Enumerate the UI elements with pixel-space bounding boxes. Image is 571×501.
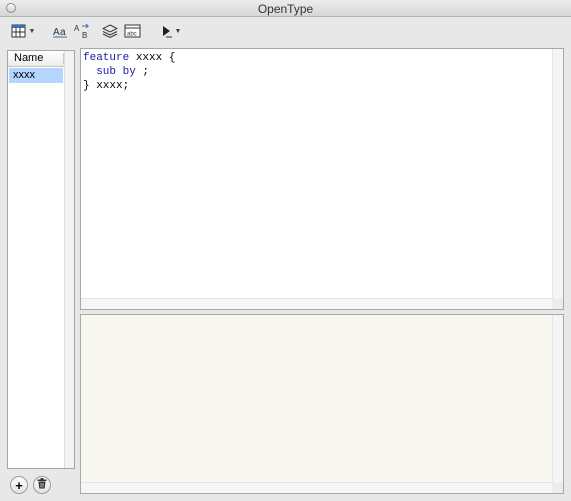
- preview-text-button[interactable]: abc: [124, 22, 142, 40]
- code-text-segment: [116, 66, 123, 78]
- code-text[interactable]: feature xxxx { sub by ; } xxxx;: [83, 51, 175, 93]
- code-text-segment: ;: [135, 66, 150, 78]
- dropdown-arrow-icon: ▼: [174, 27, 182, 35]
- dropdown-arrow-icon: ▼: [28, 27, 36, 35]
- font-spacing-icon: A a: [52, 23, 68, 39]
- code-text-segment: } xxxx;: [83, 80, 130, 92]
- name-column-header[interactable]: Name: [8, 51, 64, 67]
- editor-vertical-scrollbar[interactable]: [552, 49, 563, 298]
- substitution-button[interactable]: A B: [74, 22, 90, 40]
- svg-text:B: B: [82, 31, 87, 39]
- svg-text:abc: abc: [127, 32, 137, 38]
- svg-text:a: a: [60, 27, 66, 38]
- glyph-table-menu-button[interactable]: ▼: [8, 22, 38, 40]
- window-title: OpenType: [257, 2, 314, 16]
- play-icon: [161, 23, 173, 39]
- title-bar: OpenType: [0, 0, 571, 17]
- glyph-table-icon: [11, 23, 27, 39]
- preview-horizontal-scrollbar[interactable]: [81, 482, 552, 493]
- scroll-corner: [552, 298, 563, 309]
- toolbar: ▼ A a A B abc ▼: [0, 17, 571, 46]
- scroll-corner: [552, 482, 563, 493]
- layers-icon: [102, 23, 118, 39]
- substitution-icon: A B: [74, 23, 90, 39]
- code-text-segment: xxxx {: [129, 52, 176, 64]
- run-menu-button[interactable]: ▼: [157, 22, 185, 40]
- list-scrollbar[interactable]: [64, 51, 74, 468]
- plus-icon: +: [15, 477, 23, 493]
- feature-list: Name xxxx: [7, 50, 75, 469]
- svg-text:A: A: [74, 24, 80, 33]
- code-keyword: feature: [83, 52, 130, 64]
- feature-list-item[interactable]: xxxx: [9, 68, 63, 83]
- editor-horizontal-scrollbar[interactable]: [81, 298, 552, 309]
- feature-code-editor[interactable]: feature xxxx { sub by ; } xxxx;: [80, 48, 564, 310]
- delete-feature-button[interactable]: [33, 476, 51, 494]
- preview-vertical-scrollbar[interactable]: [552, 315, 563, 482]
- font-spacing-button[interactable]: A a: [52, 22, 68, 40]
- code-keyword: sub: [96, 66, 117, 78]
- add-feature-button[interactable]: +: [10, 476, 28, 494]
- abc-text-icon: abc: [124, 23, 142, 39]
- trash-icon: [37, 478, 47, 492]
- code-keyword: by: [122, 66, 136, 78]
- layers-button[interactable]: [102, 22, 118, 40]
- svg-text:A: A: [53, 27, 60, 38]
- glyph-preview-panel[interactable]: [80, 314, 564, 494]
- code-text-segment: [83, 66, 96, 78]
